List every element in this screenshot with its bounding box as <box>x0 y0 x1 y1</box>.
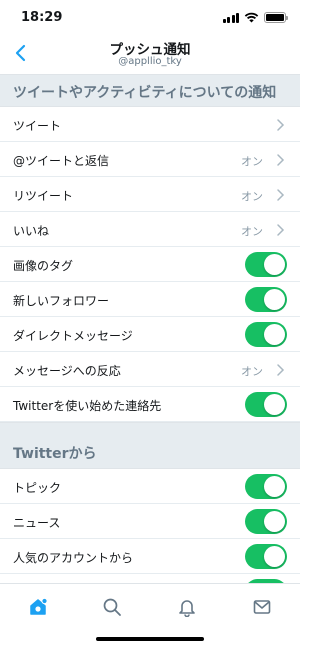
page-title: プッシュ通知 <box>109 42 191 58</box>
photo-tags-toggle[interactable] <box>245 252 287 277</box>
toggle-knob <box>264 254 285 275</box>
row-label: メッセージへの反応 <box>13 364 121 378</box>
row-retweets[interactable]: リツイート オン <box>0 177 300 212</box>
row-tweets[interactable]: ツイート <box>0 107 300 142</box>
row-label: ツイート <box>13 119 62 133</box>
row-label: Twitterを使い始めた連絡先 <box>13 399 162 413</box>
bell-icon <box>179 600 195 617</box>
wifi-icon <box>244 12 259 23</box>
row-label: リツイート <box>13 189 74 203</box>
news-toggle[interactable] <box>245 509 287 534</box>
section-title: ツイートやアクティビティについての通知 <box>13 85 277 101</box>
topics-toggle[interactable] <box>245 474 287 499</box>
tab-home[interactable] <box>22 592 54 622</box>
nav-bar: プッシュ通知 @appllio_tky <box>0 36 300 74</box>
row-value: オン <box>241 190 263 203</box>
mail-icon <box>253 600 271 614</box>
tab-bar <box>0 583 300 649</box>
battery-icon <box>264 12 288 23</box>
tab-notifications[interactable] <box>171 592 203 622</box>
row-topics: トピック <box>0 469 300 504</box>
tab-messages[interactable] <box>246 592 278 622</box>
home-icon <box>30 597 48 615</box>
toggle-knob <box>264 394 285 415</box>
section-header-activity: ツイートやアクティビティについての通知 <box>0 74 300 107</box>
toggle-knob <box>264 289 285 310</box>
row-label: @ツイートと返信 <box>13 154 110 168</box>
contacts-joined-toggle[interactable] <box>245 392 287 417</box>
toggle-knob <box>264 324 285 345</box>
row-label: 人気のアカウントから <box>13 551 134 565</box>
chevron-right-icon <box>277 364 285 376</box>
row-direct-messages: ダイレクトメッセージ <box>0 317 300 352</box>
chevron-right-icon <box>277 154 285 166</box>
direct-messages-toggle[interactable] <box>245 322 287 347</box>
signal-icon <box>222 12 239 23</box>
row-mentions-replies[interactable]: @ツイートと返信 オン <box>0 142 300 177</box>
section-header-from-twitter: Twitterから <box>0 422 300 469</box>
row-label: トピック <box>13 481 62 495</box>
row-label: ダイレクトメッセージ <box>13 329 133 343</box>
new-followers-toggle[interactable] <box>245 287 287 312</box>
section-title: Twitterから <box>13 446 97 462</box>
row-label: 新しいフォロワー <box>13 294 110 308</box>
home-indicator <box>96 637 204 641</box>
chevron-right-icon <box>277 224 285 236</box>
row-news: ニュース <box>0 504 300 539</box>
status-time: 18:29 <box>21 10 63 25</box>
search-icon <box>103 598 121 616</box>
row-popular-accounts: 人気のアカウントから <box>0 539 300 574</box>
row-value: オン <box>241 225 263 238</box>
row-label: いいね <box>13 224 50 238</box>
status-bar: 18:29 <box>0 0 300 36</box>
status-icons <box>222 12 288 23</box>
page-subtitle: @appllio_tky <box>118 56 182 67</box>
popular-accounts-toggle[interactable] <box>245 544 287 569</box>
toggle-knob <box>264 476 285 497</box>
chevron-right-icon <box>277 189 285 201</box>
row-photo-tags: 画像のタグ <box>0 247 300 282</box>
row-value: オン <box>241 365 263 378</box>
row-value: オン <box>241 155 263 168</box>
row-new-followers: 新しいフォロワー <box>0 282 300 317</box>
row-label: ニュース <box>13 516 61 530</box>
row-message-reactions[interactable]: メッセージへの反応 オン <box>0 352 300 387</box>
row-label: 画像のタグ <box>13 259 74 273</box>
toggle-knob <box>264 511 285 532</box>
chevron-right-icon <box>277 119 285 131</box>
row-likes[interactable]: いいね オン <box>0 212 300 247</box>
toggle-knob <box>264 546 285 567</box>
row-contacts-joined: Twitterを使い始めた連絡先 <box>0 387 300 422</box>
tab-search[interactable] <box>96 592 128 622</box>
